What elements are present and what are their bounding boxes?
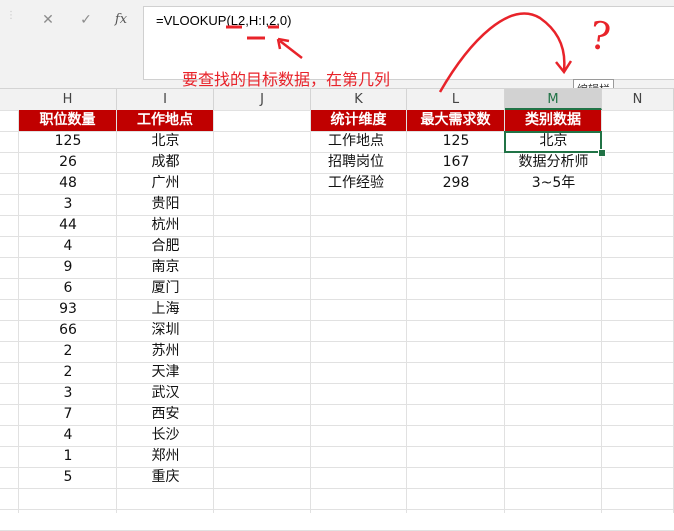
- left-table-header[interactable]: 职位数量: [19, 110, 116, 131]
- left-table-cell[interactable]: 上海: [117, 299, 214, 320]
- column-header-j[interactable]: J: [214, 89, 311, 110]
- left-table-cell[interactable]: 2: [19, 341, 117, 362]
- column-header-n[interactable]: N: [602, 89, 674, 110]
- left-table-cell[interactable]: 成都: [117, 152, 214, 173]
- left-table-cell[interactable]: 93: [19, 299, 117, 320]
- left-table-cell[interactable]: 26: [19, 152, 117, 173]
- grid-row-line: [0, 509, 674, 510]
- left-table-cell[interactable]: 44: [19, 215, 117, 236]
- left-table-cell[interactable]: 3: [19, 383, 117, 404]
- left-table-cell[interactable]: 贵阳: [117, 194, 214, 215]
- column-header-i[interactable]: I: [117, 89, 214, 110]
- right-table-cell[interactable]: 298: [407, 173, 505, 194]
- right-table-header[interactable]: 最大需求数: [407, 110, 504, 131]
- right-table-cell[interactable]: 数据分析师: [505, 152, 602, 173]
- right-table-cell[interactable]: 招聘岗位: [311, 152, 407, 173]
- grid-row-line: [0, 488, 674, 489]
- left-table-cell[interactable]: 北京: [117, 131, 214, 152]
- left-table-cell[interactable]: 125: [19, 131, 117, 152]
- left-table-cell[interactable]: 48: [19, 173, 117, 194]
- left-table-cell[interactable]: 长沙: [117, 425, 214, 446]
- left-table-header[interactable]: 工作地点: [117, 110, 213, 131]
- left-table-cell[interactable]: 苏州: [117, 341, 214, 362]
- left-table-cell[interactable]: 武汉: [117, 383, 214, 404]
- column-header-k[interactable]: K: [311, 89, 407, 110]
- enter-icon[interactable]: ✓: [76, 11, 96, 29]
- right-table-cell[interactable]: 工作地点: [311, 131, 407, 152]
- left-table-cell[interactable]: 6: [19, 278, 117, 299]
- column-header-row: HIJKLMN: [0, 88, 674, 111]
- column-header-h[interactable]: H: [19, 89, 117, 110]
- left-table-cell[interactable]: 2: [19, 362, 117, 383]
- active-cell-selection: [504, 131, 602, 153]
- formula-text[interactable]: =VLOOKUP(L2,H:I,2,0): [156, 13, 291, 28]
- annotation-label: 要查找的目标数据，在第几列: [182, 70, 391, 89]
- left-table-cell[interactable]: 1: [19, 446, 117, 467]
- left-table-cell[interactable]: 厦门: [117, 278, 214, 299]
- left-table-cell[interactable]: 深圳: [117, 320, 214, 341]
- left-table-cell[interactable]: 合肥: [117, 236, 214, 257]
- left-table-cell[interactable]: 4: [19, 236, 117, 257]
- left-table-cell[interactable]: 重庆: [117, 467, 214, 488]
- left-table-cell[interactable]: 4: [19, 425, 117, 446]
- left-table-cell[interactable]: 郑州: [117, 446, 214, 467]
- left-table-cell[interactable]: 66: [19, 320, 117, 341]
- spreadsheet-grid[interactable]: 职位数量 工作地点 125 北京 26 成都 48 广州 3 贵阳 44 杭州 4 合肥 9 南京 6 厦门 93 上…: [0, 110, 674, 531]
- right-table-cell[interactable]: 167: [407, 152, 505, 173]
- left-table-cell[interactable]: 天津: [117, 362, 214, 383]
- column-header-l[interactable]: L: [407, 89, 505, 110]
- left-table-cell[interactable]: 广州: [117, 173, 214, 194]
- right-table-cell[interactable]: 125: [407, 131, 505, 152]
- cancel-icon[interactable]: ✕: [38, 11, 58, 29]
- left-table-cell[interactable]: 7: [19, 404, 117, 425]
- left-table-cell[interactable]: 3: [19, 194, 117, 215]
- left-table-cell[interactable]: 9: [19, 257, 117, 278]
- fill-handle[interactable]: [598, 149, 606, 157]
- right-table-cell[interactable]: 工作经验: [311, 173, 407, 194]
- left-table-cell[interactable]: 杭州: [117, 215, 214, 236]
- left-table-cell[interactable]: 南京: [117, 257, 214, 278]
- formula-bar-separator: ⋮: [6, 10, 16, 21]
- right-table-header[interactable]: 类别数据: [505, 110, 601, 131]
- insert-function-icon[interactable]: fx: [111, 11, 131, 29]
- left-table-cell[interactable]: 西安: [117, 404, 214, 425]
- left-table-cell[interactable]: 5: [19, 467, 117, 488]
- column-header-m[interactable]: M: [505, 89, 602, 110]
- right-table-header[interactable]: 统计维度: [311, 110, 406, 131]
- right-table-cell[interactable]: 3~5年: [505, 173, 602, 194]
